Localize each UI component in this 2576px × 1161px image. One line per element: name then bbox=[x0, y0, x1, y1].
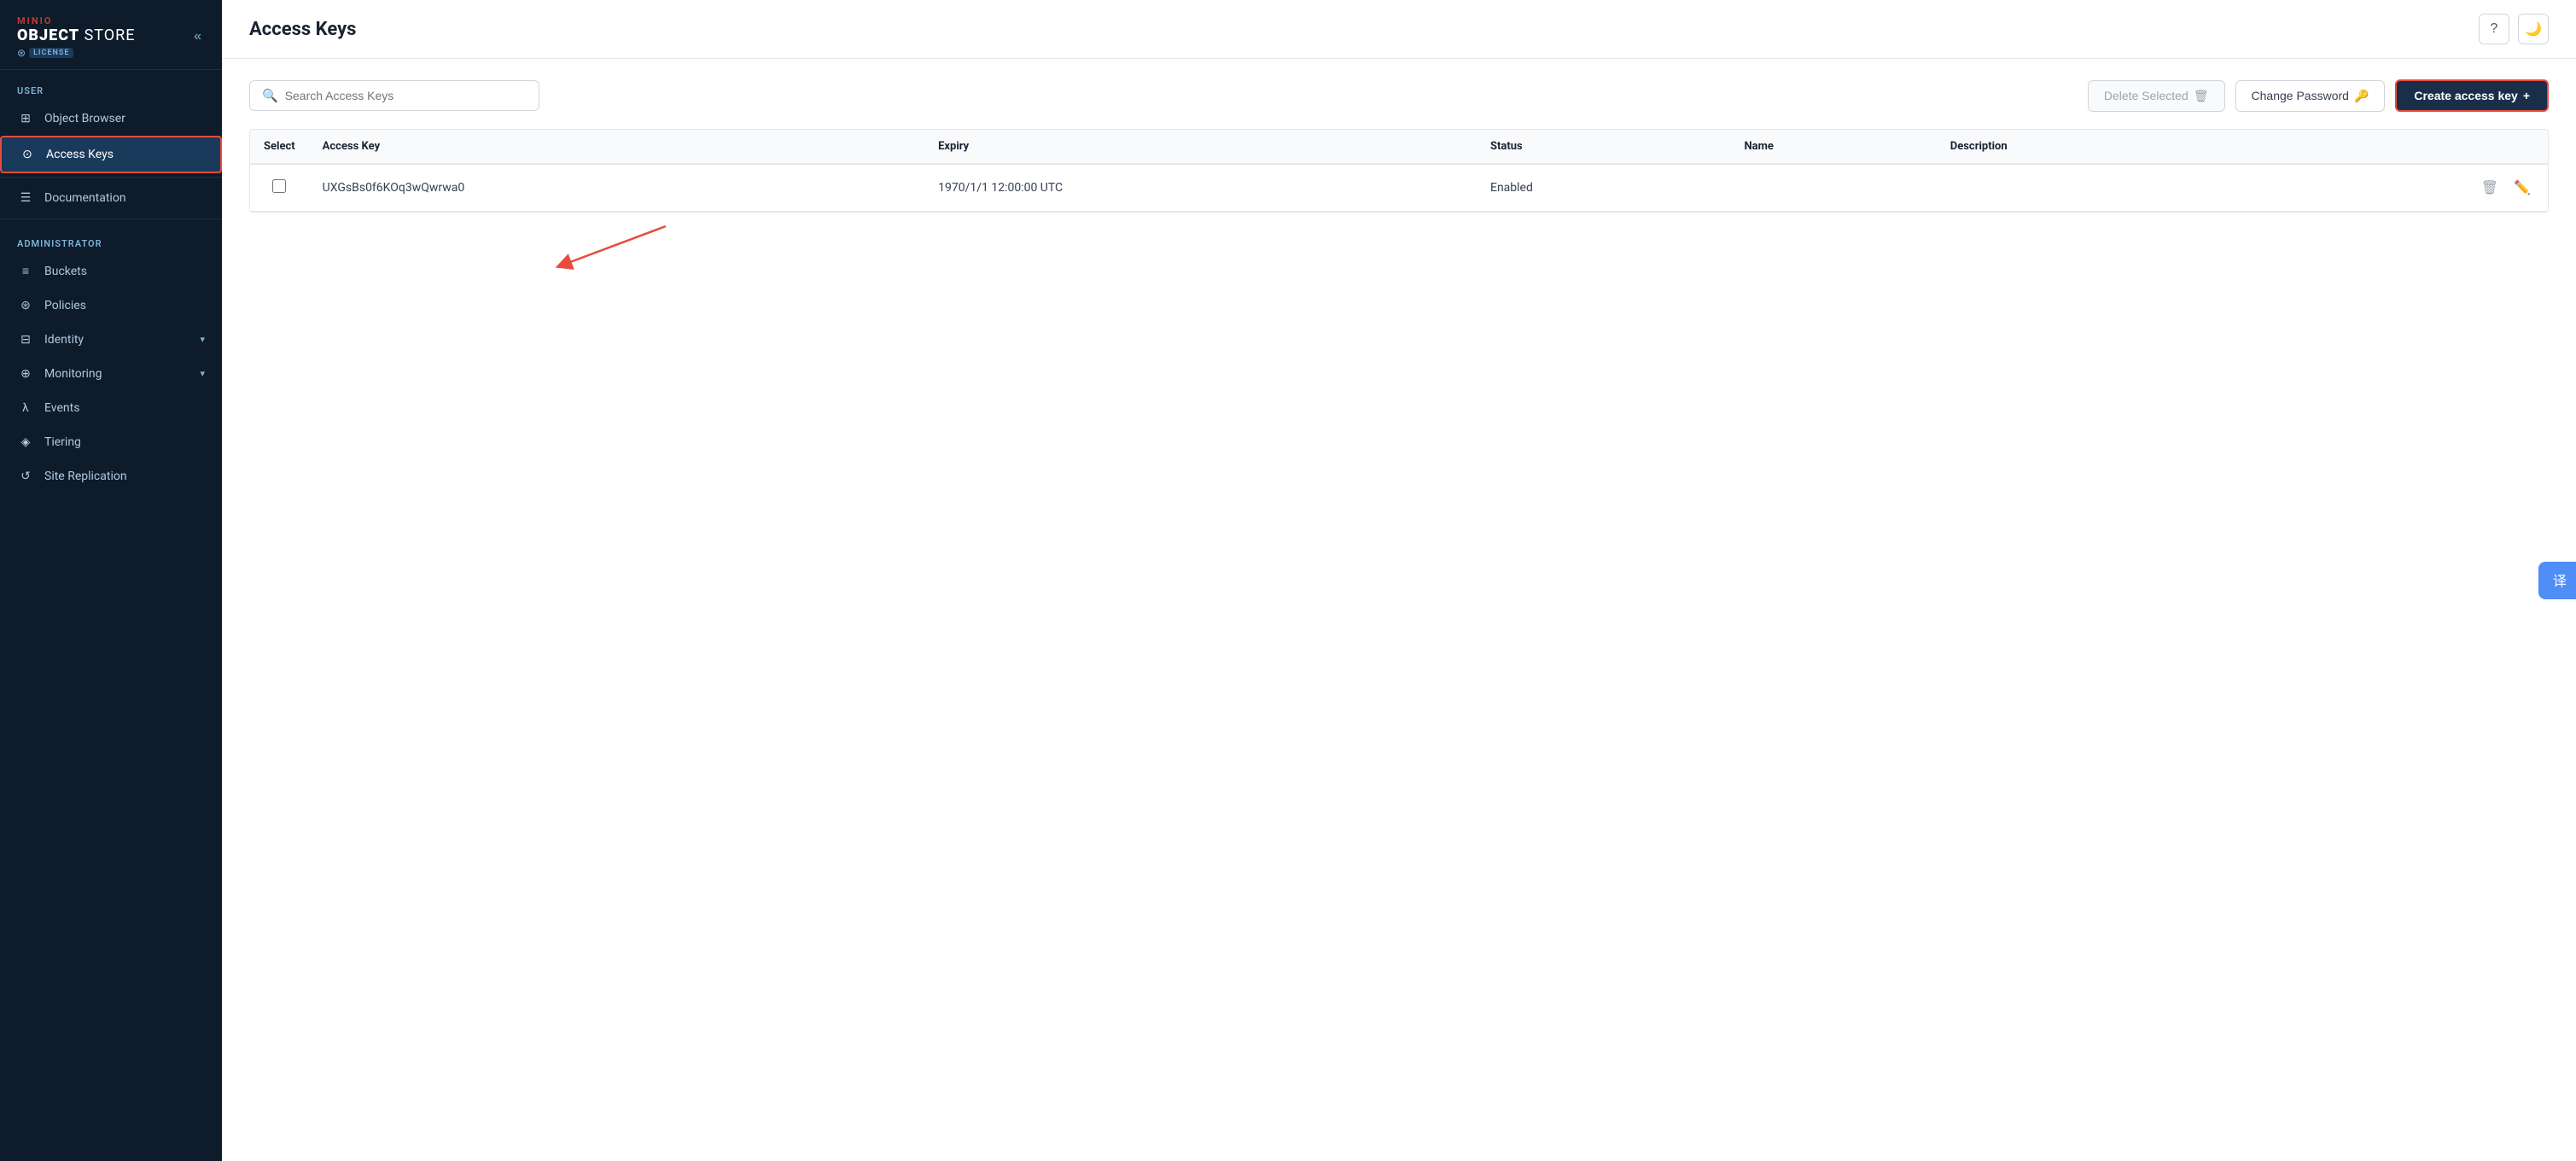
sidebar-item-label: Buckets bbox=[44, 265, 87, 278]
identity-icon: ⊟ bbox=[17, 331, 34, 348]
row-description-value bbox=[1937, 164, 2243, 212]
sidebar: MINIO OBJECT STORE ⊛ LICENSE « User ⊞ Ob… bbox=[0, 0, 222, 1161]
row-action-icons: 🗑 ✏️ bbox=[2257, 176, 2534, 200]
sidebar-item-label: Monitoring bbox=[44, 367, 102, 381]
col-expiry: Expiry bbox=[924, 130, 1477, 164]
search-icon: 🔍 bbox=[262, 88, 278, 103]
sidebar-item-site-replication[interactable]: ↺ Site Replication bbox=[0, 459, 222, 493]
change-password-label: Change Password bbox=[2252, 89, 2349, 102]
sidebar-item-label: Identity bbox=[44, 333, 84, 347]
page-header: Access Keys ? 🌙 bbox=[222, 0, 2576, 59]
col-access-key: Access Key bbox=[309, 130, 924, 164]
sidebar-collapse-button[interactable]: « bbox=[190, 26, 205, 48]
col-description: Description bbox=[1937, 130, 2243, 164]
col-name: Name bbox=[1730, 130, 1936, 164]
sidebar-item-buckets[interactable]: ≡ Buckets bbox=[0, 254, 222, 289]
logo-brand: MINIO bbox=[17, 15, 136, 26]
license-badge: LICENSE bbox=[29, 48, 73, 58]
key-icon: 🔑 bbox=[2354, 89, 2369, 103]
sidebar-item-object-browser[interactable]: ⊞ Object Browser bbox=[0, 102, 222, 136]
site-replication-icon: ↺ bbox=[17, 468, 34, 485]
col-actions bbox=[2243, 130, 2548, 164]
create-access-key-button[interactable]: Create access key + bbox=[2395, 79, 2549, 112]
table-header: Select Access Key Expiry Status Name bbox=[250, 130, 2548, 164]
create-label: Create access key bbox=[2414, 89, 2517, 102]
translate-fab-button[interactable]: 译 bbox=[2538, 562, 2576, 599]
logo-title: OBJECT STORE bbox=[17, 26, 136, 45]
help-button[interactable]: ? bbox=[2479, 14, 2509, 44]
row-delete-button[interactable]: 🗑 bbox=[2478, 176, 2502, 200]
plus-icon: + bbox=[2523, 89, 2530, 102]
sidebar-item-label: Documentation bbox=[44, 191, 126, 205]
row-expiry-value: 1970/1/1 12:00:00 UTC bbox=[924, 164, 1477, 212]
page-title: Access Keys bbox=[249, 19, 356, 40]
theme-toggle-button[interactable]: 🌙 bbox=[2518, 14, 2549, 44]
logo-text: MINIO OBJECT STORE ⊛ LICENSE bbox=[17, 15, 136, 59]
tiering-icon: ◈ bbox=[17, 434, 34, 451]
col-select: Select bbox=[250, 130, 309, 164]
access-keys-table-container: Select Access Key Expiry Status Name bbox=[249, 129, 2549, 213]
row-checkbox-cell[interactable] bbox=[250, 164, 309, 212]
documentation-icon: ☰ bbox=[17, 190, 34, 207]
toolbar: 🔍 Delete Selected 🗑 Change Password 🔑 Cr… bbox=[249, 79, 2549, 112]
events-icon: λ bbox=[17, 400, 34, 417]
delete-selected-button[interactable]: Delete Selected 🗑 bbox=[2088, 80, 2225, 112]
sidebar-item-label: Site Replication bbox=[44, 470, 127, 483]
row-edit-button[interactable]: ✏️ bbox=[2510, 176, 2534, 200]
sidebar-item-events[interactable]: λ Events bbox=[0, 391, 222, 425]
main-content: Access Keys ? 🌙 🔍 Delete Selected 🗑 Chan… bbox=[222, 0, 2576, 1161]
header-actions: ? 🌙 bbox=[2479, 14, 2549, 44]
access-keys-table: Select Access Key Expiry Status Name bbox=[250, 130, 2548, 212]
table-body: UXGsBs0f6KOq3wQwrwa0 1970/1/1 12:00:00 U… bbox=[250, 164, 2548, 212]
sidebar-item-label: Events bbox=[44, 401, 79, 415]
monitoring-icon: ⊕ bbox=[17, 365, 34, 382]
sidebar-item-monitoring[interactable]: ⊕ Monitoring ▾ bbox=[0, 357, 222, 391]
delete-icon: 🗑 bbox=[2194, 89, 2209, 103]
logo-license: ⊛ LICENSE bbox=[17, 47, 136, 59]
monitoring-chevron-icon: ▾ bbox=[200, 368, 205, 379]
sidebar-item-documentation[interactable]: ☰ Documentation bbox=[0, 181, 222, 215]
identity-chevron-icon: ▾ bbox=[200, 334, 205, 345]
access-keys-icon: ⊙ bbox=[19, 146, 36, 163]
sidebar-item-identity[interactable]: ⊟ Identity ▾ bbox=[0, 323, 222, 357]
content-area: 🔍 Delete Selected 🗑 Change Password 🔑 Cr… bbox=[222, 59, 2576, 1161]
sidebar-item-label: Policies bbox=[44, 299, 86, 312]
table-row: UXGsBs0f6KOq3wQwrwa0 1970/1/1 12:00:00 U… bbox=[250, 164, 2548, 212]
search-input[interactable] bbox=[285, 89, 527, 102]
sidebar-item-policies[interactable]: ⊛ Policies bbox=[0, 289, 222, 323]
buckets-icon: ≡ bbox=[17, 263, 34, 280]
row-name-value bbox=[1730, 164, 1936, 212]
annotation-arrow bbox=[222, 59, 2576, 1161]
object-browser-icon: ⊞ bbox=[17, 110, 34, 127]
search-box[interactable]: 🔍 bbox=[249, 80, 539, 111]
sidebar-item-label: Access Keys bbox=[46, 148, 114, 161]
sidebar-logo: MINIO OBJECT STORE ⊛ LICENSE « bbox=[0, 0, 222, 70]
col-status: Status bbox=[1477, 130, 1731, 164]
policies-icon: ⊛ bbox=[17, 297, 34, 314]
change-password-button[interactable]: Change Password 🔑 bbox=[2235, 80, 2386, 112]
delete-label: Delete Selected bbox=[2104, 89, 2188, 102]
row-actions-cell: 🗑 ✏️ bbox=[2243, 164, 2548, 212]
sidebar-item-label: Tiering bbox=[44, 435, 81, 449]
sidebar-item-tiering[interactable]: ◈ Tiering bbox=[0, 425, 222, 459]
sidebar-item-access-keys[interactable]: ⊙ Access Keys bbox=[0, 136, 222, 173]
row-checkbox[interactable] bbox=[272, 179, 286, 193]
row-status-value: Enabled bbox=[1477, 164, 1731, 212]
sidebar-section-administrator: Administrator bbox=[0, 223, 222, 254]
sidebar-section-user: User bbox=[0, 70, 222, 102]
sidebar-divider-1 bbox=[0, 177, 222, 178]
row-access-key-value: UXGsBs0f6KOq3wQwrwa0 bbox=[309, 164, 924, 212]
sidebar-item-label: Object Browser bbox=[44, 112, 125, 125]
